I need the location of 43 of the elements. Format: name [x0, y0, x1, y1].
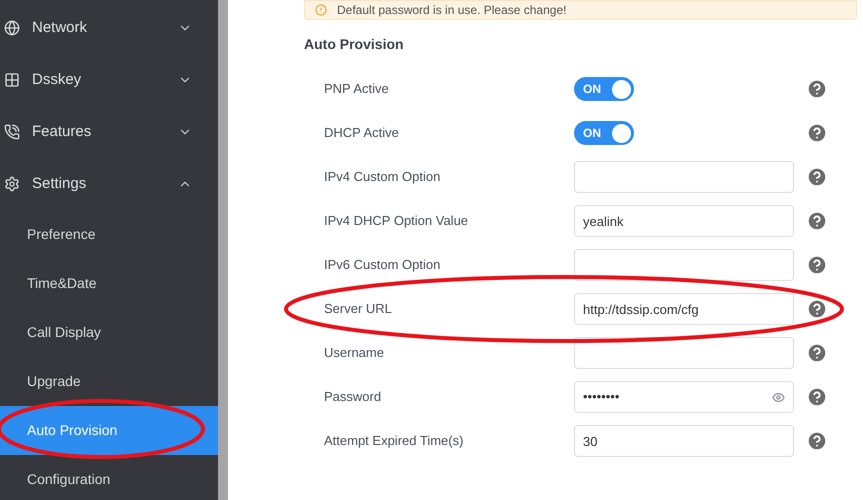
text-field[interactable]: yealink	[574, 205, 794, 237]
field-label: IPv4 Custom Option	[324, 169, 440, 184]
help-icon[interactable]	[806, 298, 828, 320]
eye-icon[interactable]	[772, 390, 785, 404]
submenu-item[interactable]: Time&Date	[0, 259, 218, 308]
field-label: Server URL	[324, 301, 392, 316]
submenu-item[interactable]: Upgrade	[0, 357, 218, 406]
field-label: Username	[324, 345, 384, 360]
password-field[interactable]: ••••••••	[574, 381, 794, 413]
help-icon[interactable]	[806, 386, 828, 408]
warning-icon	[315, 4, 327, 16]
phone-icon	[4, 124, 20, 140]
grid-icon	[4, 72, 20, 88]
scrollbar[interactable]	[218, 0, 228, 500]
field-label: IPv6 Custom Option	[324, 257, 440, 272]
text-field[interactable]	[574, 249, 794, 281]
menu-item[interactable]: Settings	[0, 158, 218, 210]
menu-item[interactable]: Features	[0, 106, 218, 158]
help-icon[interactable]	[806, 166, 828, 188]
help-icon[interactable]	[806, 430, 828, 452]
text-field[interactable]	[574, 337, 794, 369]
help-icon[interactable]	[806, 210, 828, 232]
settings-icon	[4, 176, 20, 192]
submenu-item[interactable]: Call Display	[0, 308, 218, 357]
field-label: Password	[324, 389, 382, 404]
help-icon[interactable]	[806, 122, 828, 144]
submenu-item[interactable]: Configuration	[0, 455, 218, 500]
help-icon[interactable]	[806, 342, 828, 364]
menu-item[interactable]: Network	[0, 2, 218, 54]
field-label: Attempt Expired Time(s)	[324, 433, 464, 448]
field-label: PNP Active	[324, 81, 389, 96]
field-label: IPv4 DHCP Option Value	[324, 213, 468, 228]
text-field[interactable]: 30	[574, 425, 794, 457]
help-icon[interactable]	[806, 254, 828, 276]
menu-item[interactable]: Dsskey	[0, 54, 218, 106]
text-field[interactable]: http://tdssip.com/cfg	[574, 293, 794, 325]
warning-text: Default password is in use. Please change!	[337, 2, 566, 19]
field-label: DHCP Active	[324, 125, 399, 140]
submenu-item[interactable]: Preference	[0, 210, 218, 259]
text-field[interactable]	[574, 161, 794, 193]
globe-icon	[4, 20, 20, 36]
help-icon[interactable]	[806, 78, 828, 100]
section-title: Auto Provision	[304, 35, 405, 54]
